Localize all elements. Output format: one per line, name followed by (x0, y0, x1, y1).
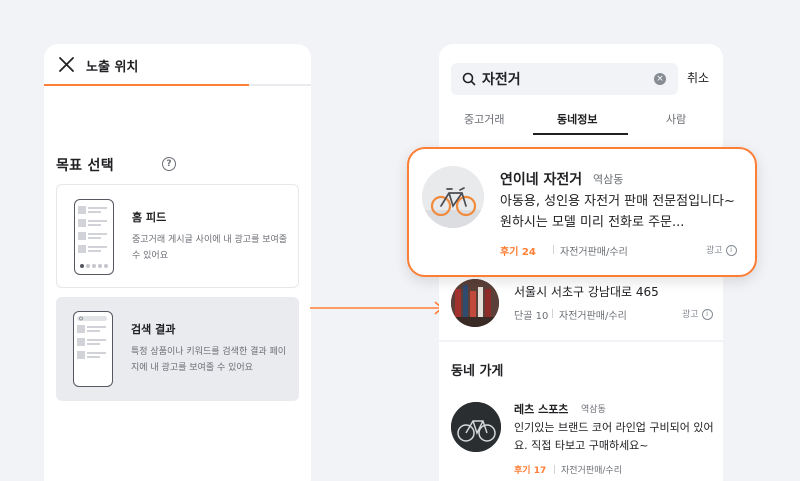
review-count: 단골 10 (514, 311, 549, 322)
help-icon[interactable]: ? (162, 157, 176, 171)
tab-neighborhood-info[interactable]: 동네정보 (557, 111, 597, 127)
close-icon[interactable] (58, 56, 75, 73)
highlighted-ad-card[interactable]: 연이네 자전거 역삼동 아동용, 성인용 자전거 판매 전문점입니다~ 원하시는… (407, 147, 757, 277)
store-description: 인기있는 브랜드 코어 라인업 구비되어 있어요. 직접 타보고 구매하세요~ (514, 421, 714, 452)
store-category: 자전거판매/수리 (560, 247, 628, 258)
option-search-results[interactable]: 검색 결과 특정 상품이나 키워드를 검색한 결과 페이지에 내 광고를 보여줄… (56, 297, 299, 401)
store-thumbnail (451, 402, 501, 452)
divider (554, 465, 555, 474)
info-icon[interactable]: i (725, 245, 737, 256)
ad-label: 광고 i (682, 307, 713, 320)
divider (552, 309, 553, 318)
cancel-button[interactable]: 취소 (687, 69, 709, 86)
option-description: 특정 상품이나 키워드를 검색한 결과 페이지에 내 광고를 보여줄 수 있어요 (131, 347, 287, 373)
store-thumbnail (451, 279, 499, 327)
store-name: 레츠 스포츠 (514, 403, 569, 416)
store-category: 자전거판매/수리 (561, 466, 622, 476)
store-category: 자전거판매/수리 (559, 311, 627, 322)
bicycle-thumbnail (422, 166, 484, 228)
ad-placement-panel: 노출 위치 목표 선택 ? 홈 피드 중고거래 게시글 사이에 내 광고를 보여… (44, 44, 311, 481)
progress-track (249, 84, 311, 86)
info-icon[interactable]: i (701, 309, 713, 320)
divider (553, 245, 554, 254)
store-location: 역삼동 (581, 405, 606, 415)
search-icon (462, 72, 476, 86)
panel-header: 노출 위치 (44, 44, 311, 86)
panel-title: 노출 위치 (86, 60, 139, 75)
ad-label: 광고 i (706, 243, 737, 256)
list-item[interactable]: 레츠 스포츠 역삼동 인기있는 브랜드 코어 라인업 구비되어 있어요. 직접 … (439, 392, 723, 481)
store-address: 서울시 서초구 강남대로 465 (514, 285, 659, 299)
store-name: 연이네 자전거 (500, 172, 583, 188)
progress-bar (44, 84, 249, 86)
section-title: 동네 가게 (451, 364, 504, 379)
review-count: 후기 24 (500, 247, 536, 258)
search-query: 자전거 (482, 72, 521, 88)
option-home-feed[interactable]: 홈 피드 중고거래 게시글 사이에 내 광고를 보여줄 수 있어요 (56, 184, 299, 288)
tab-people[interactable]: 사람 (666, 111, 686, 127)
phone-feed-illustration-icon (74, 199, 114, 275)
phone-search-illustration-icon (73, 311, 113, 387)
option-title: 홈 피드 (132, 211, 167, 224)
active-tab-indicator (533, 133, 628, 135)
store-location: 역삼동 (593, 173, 624, 186)
review-count: 후기 17 (514, 466, 547, 476)
search-input[interactable]: 자전거 × (451, 63, 678, 95)
neighborhood-stores-section: 동네 가게 레츠 스포츠 역삼동 인기있는 브랜드 코어 라인업 구비되어 있어… (439, 342, 723, 481)
option-description: 중고거래 게시글 사이에 내 광고를 보여줄 수 있어요 (132, 235, 288, 261)
arrow-right-icon (310, 301, 444, 315)
option-title: 검색 결과 (131, 323, 176, 336)
store-description: 아동용, 성인용 자전거 판매 전문점입니다~ 원하시는 모델 미리 전화로 주… (500, 194, 735, 230)
tab-used-trade[interactable]: 중고거래 (464, 111, 504, 127)
clear-icon[interactable]: × (654, 73, 666, 85)
section-title: 목표 선택 (56, 158, 114, 174)
